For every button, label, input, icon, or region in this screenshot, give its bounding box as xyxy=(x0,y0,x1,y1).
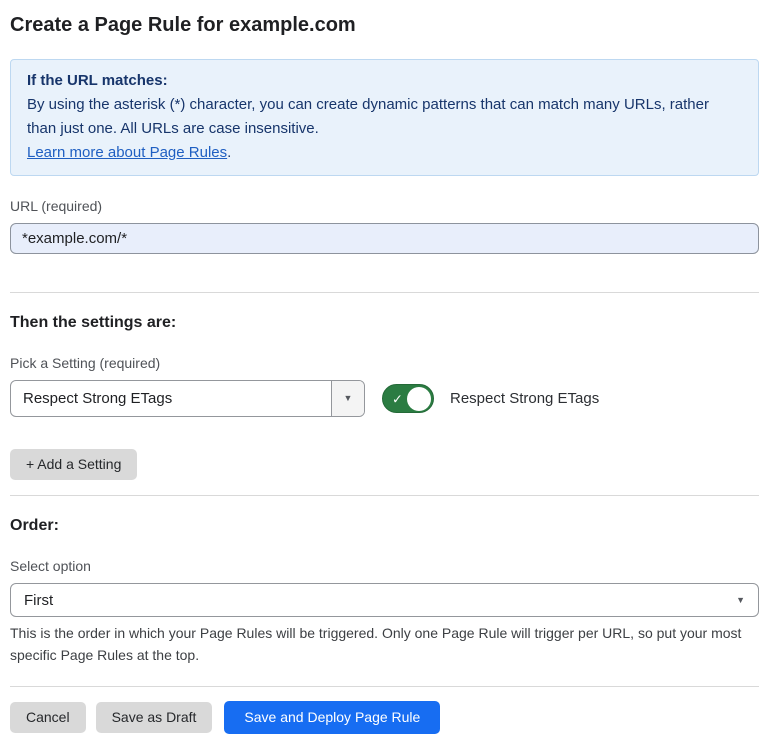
section-divider xyxy=(10,495,759,496)
learn-more-link[interactable]: Learn more about Page Rules xyxy=(27,144,227,161)
section-divider xyxy=(10,292,759,293)
add-setting-button[interactable]: + Add a Setting xyxy=(10,449,137,480)
setting-toggle[interactable]: ✓ xyxy=(382,384,434,413)
info-box-heading: If the URL matches: xyxy=(27,69,742,93)
info-box-link-line: Learn more about Page Rules. xyxy=(27,141,742,165)
order-select-value: First xyxy=(24,592,53,609)
pick-setting-label: Pick a Setting (required) xyxy=(10,354,759,372)
order-help-text: This is the order in which your Page Rul… xyxy=(10,622,750,666)
info-box-body: By using the asterisk (*) character, you… xyxy=(27,93,742,141)
url-field-label: URL (required) xyxy=(10,197,759,215)
link-suffix: . xyxy=(227,144,231,161)
chevron-down-icon: ▼ xyxy=(736,596,745,605)
chevron-down-icon: ▼ xyxy=(344,394,353,403)
page-title: Create a Page Rule for example.com xyxy=(10,12,759,38)
setting-row: Respect Strong ETags ▼ ✓ Respect Strong … xyxy=(10,380,759,417)
toggle-knob xyxy=(407,387,431,411)
setting-toggle-group: ✓ Respect Strong ETags xyxy=(382,384,599,413)
order-select[interactable]: First ▼ xyxy=(10,583,759,617)
order-select-label: Select option xyxy=(10,557,759,575)
setting-select[interactable]: Respect Strong ETags ▼ xyxy=(10,380,365,417)
settings-section-heading: Then the settings are: xyxy=(10,313,759,333)
order-section-heading: Order: xyxy=(10,516,759,536)
setting-select-value: Respect Strong ETags xyxy=(23,390,172,407)
url-input[interactable] xyxy=(10,223,759,254)
footer-divider xyxy=(10,686,759,687)
url-matches-info-box: If the URL matches: By using the asteris… xyxy=(10,59,759,176)
toggle-label: Respect Strong ETags xyxy=(450,390,599,407)
check-icon: ✓ xyxy=(392,392,403,405)
setting-select-arrow-button[interactable]: ▼ xyxy=(331,381,364,416)
